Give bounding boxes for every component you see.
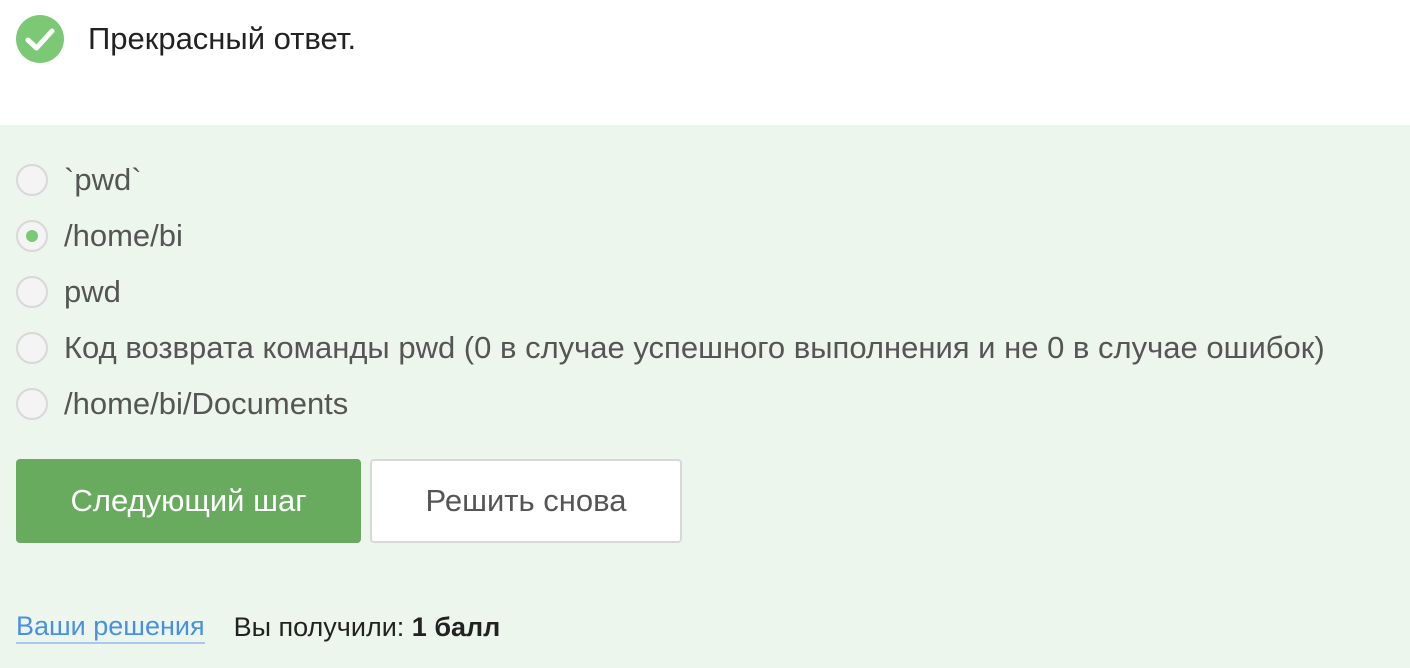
option-label: /home/bi xyxy=(64,218,183,253)
feedback-banner: Прекрасный ответ. xyxy=(0,0,1410,125)
score-value: 1 балл xyxy=(411,611,501,642)
option-4[interactable]: Код возврата команды pwd (0 в случае усп… xyxy=(16,328,1325,368)
option-5[interactable]: /home/bi/Documents xyxy=(16,384,348,424)
radio-button[interactable] xyxy=(16,164,48,196)
option-label: /home/bi/Documents xyxy=(64,386,349,421)
option-label: `pwd` xyxy=(64,162,142,197)
quiz-panel: `pwd` /home/bi pwd Код возврата команды … xyxy=(0,125,1410,668)
option-label: Код возврата команды pwd (0 в случае усп… xyxy=(64,330,1325,365)
radio-button[interactable] xyxy=(16,332,48,364)
option-3[interactable]: pwd xyxy=(16,272,121,312)
score-prefix: Вы получили: xyxy=(233,611,412,642)
footer: Ваши решения Вы получили: 1 балл xyxy=(16,609,500,645)
radio-button[interactable] xyxy=(16,388,48,420)
next-step-button[interactable]: Следующий шаг xyxy=(16,459,361,543)
score-text: Вы получили: 1 балл xyxy=(234,612,501,643)
check-circle-icon xyxy=(16,15,64,63)
option-2[interactable]: /home/bi xyxy=(16,216,183,256)
option-1[interactable]: `pwd` xyxy=(16,160,142,200)
radio-button-selected[interactable] xyxy=(16,220,48,252)
your-solutions-link[interactable]: Ваши решения xyxy=(16,610,205,644)
radio-button[interactable] xyxy=(16,276,48,308)
retry-button[interactable]: Решить снова xyxy=(370,459,682,543)
radio-dot xyxy=(26,230,38,242)
feedback-message: Прекрасный ответ. xyxy=(88,21,357,56)
option-label: pwd xyxy=(64,274,121,309)
